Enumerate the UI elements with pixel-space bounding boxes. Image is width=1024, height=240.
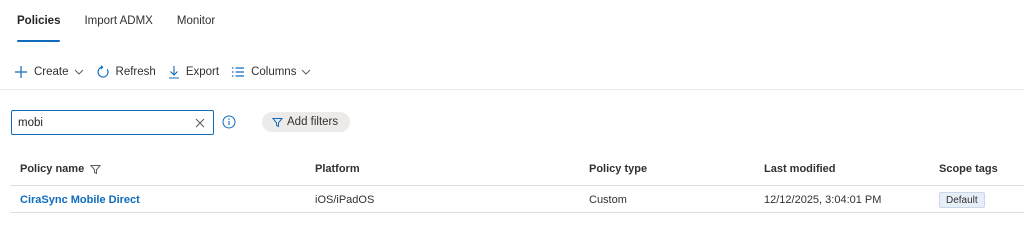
- close-icon[interactable]: [193, 116, 207, 130]
- last-modified-cell: 12/12/2025, 3:04:01 PM: [764, 194, 882, 206]
- chevron-down-icon: [74, 69, 84, 75]
- export-label: Export: [185, 66, 220, 78]
- divider: [10, 185, 1024, 186]
- refresh-icon: [96, 65, 110, 79]
- scope-tag-badge: Default: [939, 192, 985, 208]
- search-input[interactable]: [18, 116, 188, 129]
- plus-icon: [14, 65, 28, 79]
- column-header-label: Policy name: [20, 163, 85, 175]
- column-header-policy-type[interactable]: Policy type: [589, 163, 647, 175]
- column-header-platform[interactable]: Platform: [315, 163, 360, 175]
- platform-cell: iOS/iPadOS: [315, 194, 375, 206]
- info-icon[interactable]: [222, 115, 236, 134]
- policy-name-link[interactable]: CiraSync Mobile Direct: [20, 194, 140, 206]
- create-label: Create: [34, 66, 69, 78]
- tab-import-admx[interactable]: Import ADMX: [84, 0, 152, 42]
- column-header-last-modified[interactable]: Last modified: [764, 163, 836, 175]
- create-button[interactable]: Create: [14, 65, 84, 79]
- download-icon: [168, 65, 180, 79]
- filter-icon: [272, 117, 283, 128]
- divider: [0, 89, 1024, 90]
- divider: [10, 212, 1024, 213]
- columns-button[interactable]: Columns: [231, 66, 311, 78]
- tab-policies[interactable]: Policies: [17, 0, 61, 42]
- columns-label: Columns: [251, 66, 297, 78]
- filter-icon[interactable]: [90, 164, 102, 175]
- search-box[interactable]: [11, 110, 214, 135]
- policy-type-cell: Custom: [589, 194, 627, 206]
- tab-bar: Policies Import ADMX Monitor: [17, 0, 239, 42]
- refresh-label: Refresh: [115, 66, 156, 78]
- chevron-down-icon: [301, 69, 311, 75]
- column-header-scope-tags[interactable]: Scope tags: [939, 163, 998, 175]
- export-button[interactable]: Export: [168, 65, 219, 79]
- command-bar: Create Refresh Export Columns: [14, 60, 323, 84]
- add-filters-label: Add filters: [287, 116, 339, 128]
- column-header-policy-name[interactable]: Policy name: [20, 163, 102, 175]
- refresh-button[interactable]: Refresh: [96, 65, 156, 79]
- tab-monitor[interactable]: Monitor: [177, 0, 215, 42]
- policies-page: Policies Import ADMX Monitor Create Refr…: [0, 0, 1024, 240]
- add-filters-button[interactable]: Add filters: [262, 112, 351, 132]
- list-icon: [231, 66, 245, 78]
